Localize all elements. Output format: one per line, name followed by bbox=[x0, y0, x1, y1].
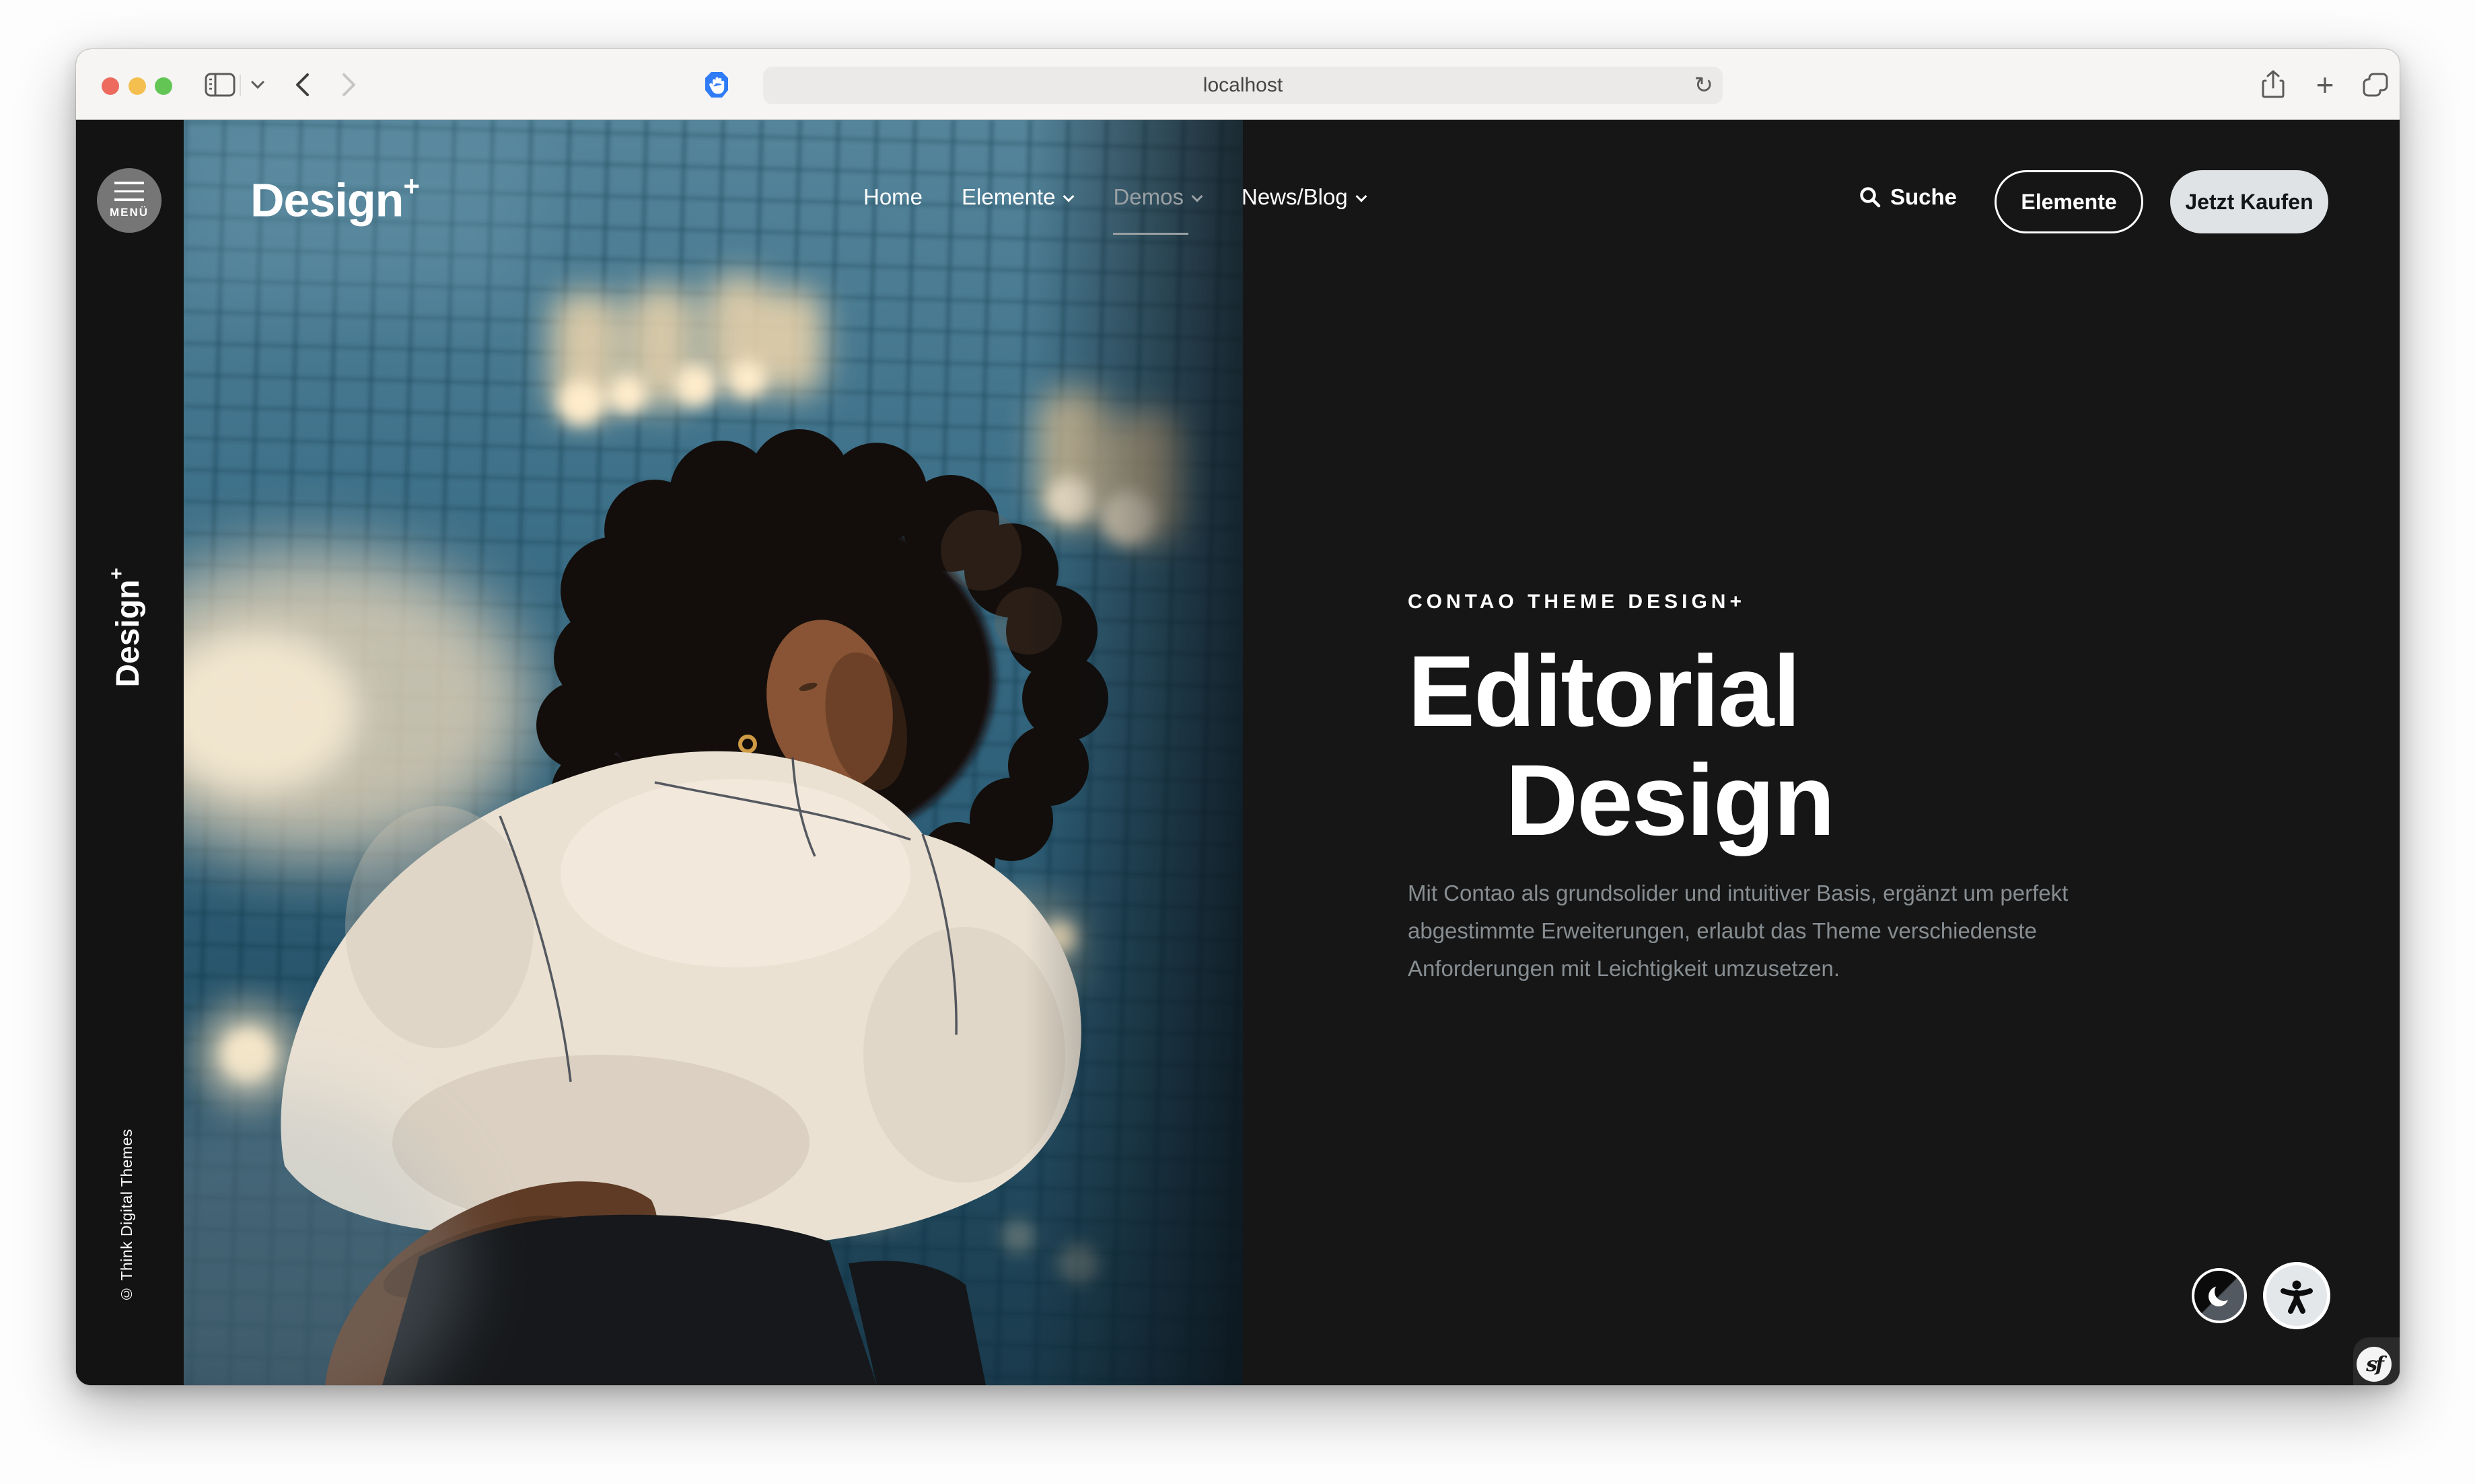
close-button[interactable] bbox=[102, 77, 119, 95]
jetzt-kaufen-button[interactable]: Jetzt Kaufen bbox=[2170, 170, 2328, 233]
hamburger-icon bbox=[114, 182, 144, 201]
webpage: MENÜ Design+ © Think Digital Themes Desi… bbox=[76, 120, 2400, 1385]
hero-title-line2: Design bbox=[1505, 745, 1834, 854]
symfony-profiler-tab[interactable]: sf bbox=[2353, 1337, 2400, 1385]
menu-button[interactable]: MENÜ bbox=[97, 168, 162, 233]
nav-item-demos[interactable]: Demos bbox=[1113, 184, 1203, 210]
accessibility-button[interactable] bbox=[2263, 1262, 2330, 1329]
refresh-icon[interactable]: ↻ bbox=[1694, 69, 1714, 102]
menu-button-label: MENÜ bbox=[110, 206, 149, 219]
left-rail: MENÜ Design+ © Think Digital Themes bbox=[76, 120, 184, 1385]
back-button[interactable] bbox=[286, 49, 318, 120]
hero-paragraph: Mit Contao als grundsolider und intuitiv… bbox=[1408, 875, 2161, 988]
nav-item-home[interactable]: Home bbox=[863, 184, 923, 210]
search-button[interactable]: Suche bbox=[1859, 184, 1957, 210]
accessibility-icon bbox=[2278, 1277, 2316, 1314]
sidebar-toggle-icon[interactable] bbox=[201, 49, 239, 120]
moon-icon bbox=[2206, 1282, 2233, 1309]
dark-mode-toggle[interactable] bbox=[2192, 1268, 2247, 1323]
nav-item-elemente[interactable]: Elemente bbox=[962, 184, 1074, 210]
chevron-down-icon bbox=[1356, 190, 1367, 200]
url-text: localhost bbox=[1203, 74, 1283, 97]
chevron-down-icon bbox=[1192, 190, 1203, 200]
minimize-button[interactable] bbox=[129, 77, 146, 95]
forward-button[interactable] bbox=[333, 49, 365, 120]
desktop-background: localhost ↻ + bbox=[0, 0, 2475, 1484]
address-bar[interactable]: localhost ↻ bbox=[763, 67, 1723, 104]
chevron-down-icon bbox=[1063, 190, 1074, 200]
browser-toolbar: localhost ↻ + bbox=[76, 49, 2400, 120]
zoom-button[interactable] bbox=[155, 77, 172, 95]
hero-title-line1: Editorial bbox=[1408, 636, 1834, 745]
active-nav-underline bbox=[1113, 233, 1188, 235]
rail-brand-vertical: Design+ bbox=[106, 568, 147, 688]
share-icon[interactable] bbox=[2256, 49, 2290, 120]
hero-photo bbox=[184, 120, 1243, 1385]
nav-item-news-blog[interactable]: News/Blog bbox=[1242, 184, 1367, 210]
safari-window: localhost ↻ + bbox=[76, 49, 2400, 1385]
toolbar-divider bbox=[240, 75, 241, 96]
search-icon bbox=[1859, 186, 1881, 208]
hero-photo-illustration bbox=[184, 120, 1243, 1385]
hero-eyebrow: CONTAO THEME DESIGN+ bbox=[1408, 591, 1746, 614]
hero-title: Editorial Design bbox=[1408, 636, 1834, 854]
sidebar-chevron-down-icon[interactable] bbox=[246, 49, 270, 120]
content-blocker-shield-icon[interactable] bbox=[702, 49, 731, 120]
main-nav: Home Elemente Demos News/Blog bbox=[863, 184, 1367, 210]
rail-copyright-vertical: © Think Digital Themes bbox=[118, 1129, 136, 1303]
elemente-button[interactable]: Elemente bbox=[1995, 170, 2143, 233]
tab-overview-icon[interactable] bbox=[2359, 49, 2392, 120]
symfony-logo: sf bbox=[2357, 1347, 2392, 1382]
site-logo[interactable]: Design+ bbox=[250, 176, 419, 223]
new-tab-icon[interactable]: + bbox=[2309, 49, 2341, 120]
